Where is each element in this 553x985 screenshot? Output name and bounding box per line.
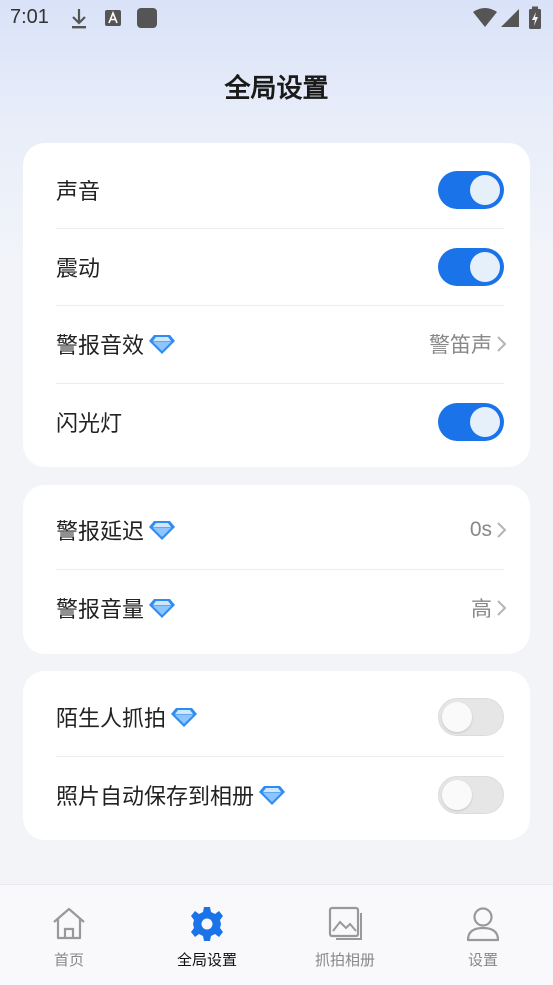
gear-icon xyxy=(191,907,223,941)
row-alarm-volume[interactable]: 警报音量 高 xyxy=(56,569,507,647)
row-stranger-capture: 陌生人抓拍 xyxy=(56,678,504,756)
diamond-icon xyxy=(171,708,198,727)
row-alarm-sound[interactable]: 警报音效 警笛声 xyxy=(56,305,507,383)
alarm-sound-label: 警报音效 xyxy=(56,334,145,359)
row-vibration: 震动 xyxy=(56,228,504,306)
auto-save-label: 照片自动保存到相册 xyxy=(56,785,255,810)
chevron-right-icon xyxy=(497,522,507,538)
row-sound: 声音 xyxy=(56,151,504,229)
flashlight-toggle[interactable] xyxy=(438,403,504,441)
row-flashlight: 闪光灯 xyxy=(56,383,504,461)
stranger-capture-label-wrap: 陌生人抓拍 xyxy=(56,701,198,733)
signal-icon xyxy=(501,9,519,27)
alarm-delay-label-wrap: 警报延迟 xyxy=(56,514,176,546)
status-bar: 7:01 xyxy=(0,0,553,38)
vibration-toggle[interactable] xyxy=(438,248,504,286)
settings-card-general: 声音 震动 警报音效 警笛声 闪光灯 xyxy=(23,143,530,467)
chevron-right-icon xyxy=(497,600,507,616)
toggle-knob xyxy=(442,780,472,810)
alarm-sound-label-wrap: 警报音效 xyxy=(56,328,176,360)
flashlight-label: 闪光灯 xyxy=(56,412,123,437)
auto-save-toggle[interactable] xyxy=(438,776,504,814)
tab-home-label: 首页 xyxy=(53,951,84,969)
toggle-knob xyxy=(470,252,500,282)
toggle-knob xyxy=(470,407,500,437)
wifi-icon xyxy=(473,8,497,27)
settings-card-alarm: 警报延迟 0s 警报音量 高 xyxy=(23,485,530,654)
tab-capture-album-label: 抓拍相册 xyxy=(314,951,375,969)
bottom-tab-bar: 首页 全局设置 抓拍相册 设置 xyxy=(0,884,553,985)
row-auto-save-photos: 照片自动保存到相册 xyxy=(56,756,504,834)
gallery-icon xyxy=(328,906,362,940)
stranger-capture-label: 陌生人抓拍 xyxy=(56,707,167,732)
alarm-volume-value: 高 xyxy=(471,598,492,621)
status-time: 7:01 xyxy=(10,6,49,28)
tab-capture-album[interactable]: 抓拍相册 xyxy=(276,885,414,985)
download-icon xyxy=(72,9,86,29)
battery-icon xyxy=(529,6,541,29)
alarm-volume-label: 警报音量 xyxy=(56,598,145,623)
row-alarm-delay[interactable]: 警报延迟 0s xyxy=(56,491,507,569)
vibration-label: 震动 xyxy=(56,257,101,282)
chevron-right-icon xyxy=(497,336,507,352)
toggle-knob xyxy=(470,175,500,205)
user-icon xyxy=(466,907,500,942)
stranger-capture-toggle[interactable] xyxy=(438,698,504,736)
diamond-icon xyxy=(149,335,176,354)
diamond-icon xyxy=(259,786,286,805)
toggle-knob xyxy=(442,702,472,732)
tab-settings[interactable]: 设置 xyxy=(414,885,552,985)
tab-global-settings[interactable]: 全局设置 xyxy=(138,885,276,985)
page-title: 全局设置 xyxy=(224,74,329,104)
tab-global-settings-label: 全局设置 xyxy=(176,951,237,969)
tab-home[interactable]: 首页 xyxy=(0,885,138,985)
alarm-sound-value: 警笛声 xyxy=(429,334,492,357)
tab-settings-label: 设置 xyxy=(467,951,498,969)
sound-label: 声音 xyxy=(56,180,101,205)
alarm-volume-label-wrap: 警报音量 xyxy=(56,592,176,624)
home-icon xyxy=(53,907,85,940)
alarm-delay-label: 警报延迟 xyxy=(56,520,145,545)
diamond-icon xyxy=(149,599,176,618)
diamond-icon xyxy=(149,521,176,540)
alarm-delay-value: 0s xyxy=(469,518,492,541)
font-app-icon xyxy=(105,10,121,26)
sound-toggle[interactable] xyxy=(438,171,504,209)
auto-save-label-wrap: 照片自动保存到相册 xyxy=(56,779,286,811)
settings-card-capture: 陌生人抓拍 照片自动保存到相册 xyxy=(23,671,530,840)
app-square-icon xyxy=(137,8,157,28)
